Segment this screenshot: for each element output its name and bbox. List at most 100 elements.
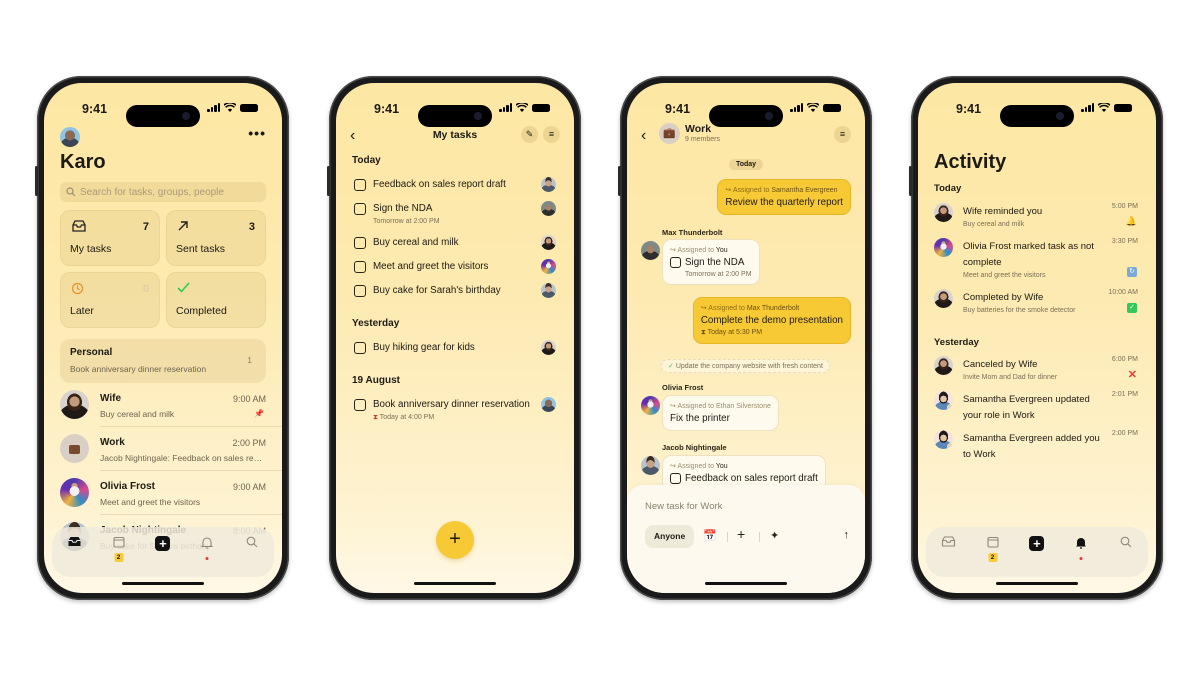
task-row[interactable]: Sign the NDA Tomorrow at 2:00 PM [352, 201, 558, 225]
tab-notifications[interactable] [193, 536, 221, 566]
task-row[interactable]: Meet and greet the visitors [352, 259, 558, 281]
card-my-tasks[interactable]: 7 My tasks [60, 210, 160, 266]
tab-bar: 2 + [52, 527, 274, 577]
card-sent-tasks[interactable]: 3 Sent tasks [166, 210, 266, 266]
search-icon [246, 536, 258, 548]
activity-text: Olivia Frost marked task as not complete [963, 241, 1094, 268]
task-title: Review the quarterly report [725, 197, 843, 208]
forward-arrow-icon: ↪ [725, 187, 733, 194]
task-checkbox[interactable] [354, 179, 366, 191]
sender-name: Max Thunderbolt [662, 228, 723, 237]
more-horizontal-icon[interactable]: ••• [248, 125, 266, 141]
tab-calendar[interactable]: 2 [105, 536, 133, 566]
add-task-button[interactable]: + [436, 521, 474, 559]
new-task-input[interactable]: New task for Work [645, 501, 722, 512]
wifi-icon [516, 103, 528, 112]
chat-item[interactable]: Olivia Frost 9:00 AM Meet and greet the … [60, 471, 282, 515]
task-title: Sign the NDA [373, 203, 433, 214]
wifi-icon [224, 103, 236, 112]
home-indicator [122, 581, 204, 585]
filter-icon[interactable]: ≡ [543, 126, 560, 143]
task-row[interactable]: Feedback on sales report draft [352, 177, 558, 199]
status-time: 9:41 [374, 102, 400, 116]
sparkle-icon[interactable]: ✦ [770, 529, 779, 542]
activity-subtext: Buy cereal and milk [963, 221, 1025, 228]
task-checkbox[interactable] [354, 285, 366, 297]
task-row[interactable]: Buy cereal and milk [352, 235, 558, 257]
card-later[interactable]: 0 Later [60, 272, 160, 328]
tab-search[interactable] [238, 536, 266, 566]
dynamic-island [126, 105, 200, 127]
phone-activity: 9:41 Activity Today Wife reminded you Buy… [909, 76, 1163, 600]
activity-time: 2:00 PM [1111, 430, 1138, 437]
message-bubble[interactable]: ↪ Assigned to Max Thunderbolt Complete t… [692, 297, 851, 344]
avatar [641, 396, 660, 415]
chat-item[interactable]: Work 2:00 PM Jacob Nightingale: Feedback… [60, 427, 282, 471]
task-row[interactable]: Buy hiking gear for kids [352, 340, 558, 362]
clock-history-icon [71, 282, 84, 295]
task-title: Sign the NDA [685, 257, 745, 268]
tab-home[interactable] [934, 536, 962, 566]
group-chat-screen: 9:41 ‹ 💼 Work 9 members ≡ Today ↪ Assign… [627, 83, 865, 593]
task-row[interactable]: Buy cake for Sarah's birthday [352, 283, 558, 305]
app-showcase: 9:41 ••• Karo Search for tasks, groups, … [0, 0, 1200, 675]
card-count: 3 [248, 221, 255, 233]
message-bubble[interactable]: ↪ Assigned to You Sign the NDA Tomorrow … [662, 239, 760, 285]
assignee-name: You [715, 463, 728, 470]
task-title: Book anniversary dinner reservation [373, 399, 530, 410]
assignee-avatar [541, 177, 556, 192]
avatar [934, 430, 953, 449]
tab-search[interactable] [1112, 536, 1140, 566]
page-title: My tasks [432, 129, 478, 141]
home-indicator [414, 581, 496, 585]
activity-subtext: Buy batteries for the smoke detector [963, 307, 1076, 314]
chat-message: Buy cereal and milk [100, 409, 175, 419]
group-personal[interactable]: Personal Book anniversary dinner reserva… [60, 339, 266, 383]
task-checkbox[interactable] [354, 261, 366, 273]
calendar-settings-icon[interactable]: 📅 [703, 529, 717, 542]
chat-message: Meet and greet the visitors [100, 497, 201, 507]
task-checkbox[interactable] [354, 399, 366, 411]
assignee-button[interactable]: Anyone [645, 525, 695, 548]
tab-new-task[interactable]: + [1023, 536, 1051, 566]
message-bubble[interactable]: ↪ Assigned to Samantha Evergreen Review … [717, 179, 851, 215]
task-checkbox[interactable] [670, 257, 681, 268]
avatar [60, 390, 89, 419]
home-indicator [996, 581, 1078, 585]
task-checkbox[interactable] [354, 342, 366, 354]
plus-icon[interactable]: + [737, 526, 745, 542]
task-checkbox[interactable] [354, 203, 366, 215]
dynamic-island [1000, 105, 1074, 127]
card-completed[interactable]: Completed [166, 272, 266, 328]
activity-text: Samantha Evergreen added you to Work [963, 433, 1100, 460]
search-placeholder: Search for tasks, groups, people [80, 186, 224, 198]
tab-notifications[interactable] [1067, 536, 1095, 566]
filter-icon[interactable]: ≡ [834, 126, 851, 143]
tab-calendar[interactable]: 2 [979, 536, 1007, 566]
tab-home[interactable] [60, 536, 88, 566]
tab-new-task[interactable]: + [149, 536, 177, 566]
edit-pencil-icon[interactable]: ✎ [521, 126, 538, 143]
avatar [934, 203, 953, 222]
task-checkbox[interactable] [670, 473, 681, 484]
group-name[interactable]: Work [685, 123, 711, 135]
status-bar: 9:41 [336, 97, 574, 127]
sender-name: Olivia Frost [662, 383, 704, 392]
send-arrow-up-icon[interactable]: ↑ [844, 529, 850, 541]
message-bubble[interactable]: ↪ Assigned to Ethan Silverstone Fix the … [662, 395, 779, 431]
avatar [641, 241, 660, 260]
search-input[interactable]: Search for tasks, groups, people [60, 182, 266, 202]
x-icon: ✕ [1127, 369, 1137, 381]
chat-item[interactable]: Wife 9:00 AM Buy cereal and milk 📌 [60, 383, 282, 427]
phone-group-chat: 9:41 ‹ 💼 Work 9 members ≡ Today ↪ Assign… [618, 76, 872, 600]
task-row[interactable]: Book anniversary dinner reservation ⧗ Tod… [352, 397, 558, 421]
task-due: Today at 4:00 PM [379, 414, 435, 421]
task-checkbox[interactable] [354, 237, 366, 249]
battery-icon [240, 103, 258, 112]
back-chevron-icon[interactable]: ‹ [641, 127, 646, 145]
assignee-name: Max Thunderbolt [746, 305, 800, 312]
avatar [934, 238, 953, 257]
nav-bar: ‹ 💼 Work 9 members ≡ [627, 123, 865, 147]
briefcase-icon[interactable]: 💼 [659, 123, 680, 144]
profile-avatar[interactable] [60, 127, 80, 147]
